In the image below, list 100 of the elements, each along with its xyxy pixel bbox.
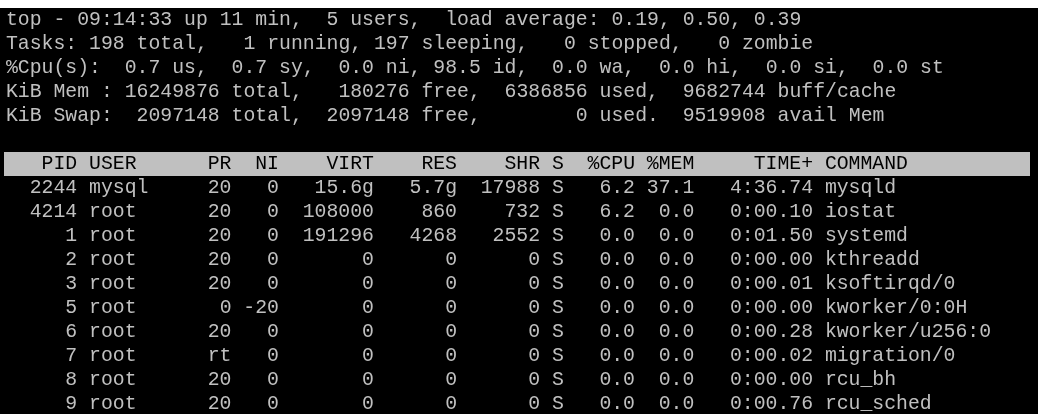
table-cell: 20 xyxy=(207,273,232,295)
table-cell: 0 xyxy=(528,297,541,319)
table-cell: S xyxy=(551,225,564,247)
table-cell: 20 xyxy=(207,369,232,391)
table-cell: 732 xyxy=(504,201,541,223)
table-cell: S xyxy=(551,177,564,199)
table-cell: 0.0 xyxy=(599,249,635,271)
table-cell: 0 xyxy=(445,273,457,295)
table-cell: 20 xyxy=(207,249,232,271)
table-cell: 3 xyxy=(65,273,78,295)
table-cell: 0 xyxy=(267,177,279,199)
table-cell: S xyxy=(551,345,564,367)
table-cell: 0:01.50 xyxy=(729,225,813,247)
table-cell: 8 xyxy=(65,369,78,391)
table-cell: 0.0 xyxy=(658,249,695,271)
column-header: VIRT xyxy=(326,153,374,175)
table-cell: rt xyxy=(207,345,232,367)
table-cell: kworker/0:0H xyxy=(824,297,968,319)
table-cell: 0 xyxy=(362,297,374,319)
table-cell: 6 xyxy=(65,321,78,343)
table-cell: 7 xyxy=(65,345,78,367)
table-cell: 0 xyxy=(528,249,541,271)
table-cell: 0 xyxy=(528,393,541,414)
table-cell: 0 xyxy=(267,393,279,414)
table-cell: 0.0 xyxy=(658,393,695,414)
table-cell: 6.2 xyxy=(599,177,635,199)
table-cell: 6.2 xyxy=(599,201,635,223)
table-cell: S xyxy=(551,297,564,319)
table-cell: root xyxy=(89,201,137,223)
column-header: %MEM xyxy=(646,153,695,175)
table-cell: root xyxy=(89,225,137,247)
table-cell: 0 xyxy=(445,249,457,271)
table-cell: 0 xyxy=(445,393,457,414)
table-cell: 20 xyxy=(207,225,232,247)
table-cell: S xyxy=(551,249,564,271)
table-cell: 20 xyxy=(207,393,232,414)
table-cell: S xyxy=(551,273,564,295)
table-cell: 20 xyxy=(207,321,232,343)
table-cell: 0:00.00 xyxy=(729,297,813,319)
table-cell: 0 xyxy=(528,345,541,367)
table-cell: 0.0 xyxy=(599,393,635,414)
table-cell: 0 xyxy=(267,249,279,271)
table-cell: 37.1 xyxy=(646,177,695,199)
column-header: COMMAND xyxy=(824,153,908,175)
table-cell: root xyxy=(89,273,137,295)
table-cell: S xyxy=(551,393,564,414)
table-cell: iostat xyxy=(824,201,897,223)
table-cell: 0 xyxy=(362,393,374,414)
table-cell: ksoftirqd/0 xyxy=(824,273,956,295)
table-cell: mysql xyxy=(89,177,149,199)
table-cell: 0.0 xyxy=(658,345,695,367)
table-cell: root xyxy=(89,249,137,271)
summary-line: Tasks: 198 total, 1 running, 197 sleeping, 0 stopped, 0 zombie xyxy=(6,33,814,55)
table-cell: 0:00.10 xyxy=(729,201,813,223)
summary-line: %Cpu(s): 0.7 us, 0.7 sy, 0.0 ni, 98.5 id, 0.0 wa, 0.0 hi, 0.0 si, 0.0 st xyxy=(6,57,944,79)
table-cell: 4:36.74 xyxy=(729,177,813,199)
table-cell: 0 xyxy=(267,369,279,391)
table-cell: 2244 xyxy=(29,177,78,199)
table-cell: 0.0 xyxy=(658,201,695,223)
table-cell: 0 xyxy=(267,225,279,247)
table-cell: 0 xyxy=(267,321,279,343)
table-cell: 108000 xyxy=(302,201,374,223)
column-header: S xyxy=(551,153,564,175)
column-header: PR xyxy=(207,153,232,175)
table-cell: 0.0 xyxy=(658,369,695,391)
table-cell: 0 xyxy=(362,273,374,295)
table-cell: 191296 xyxy=(302,225,374,247)
table-cell: root xyxy=(89,297,137,319)
table-cell: 0:00.00 xyxy=(729,249,813,271)
table-cell: 0.0 xyxy=(658,297,695,319)
table-cell: 0.0 xyxy=(658,225,695,247)
table-cell: 5 xyxy=(65,297,78,319)
table-cell: S xyxy=(551,321,564,343)
table-cell: 0 xyxy=(362,345,374,367)
table-cell: 0:00.00 xyxy=(729,369,813,391)
table-cell: 0 xyxy=(267,201,279,223)
table-cell: 1 xyxy=(65,225,78,247)
table-cell: root xyxy=(89,321,137,343)
summary-line: top - 09:14:33 up 11 min, 5 users, load average: 0.19, 0.50, 0.39 xyxy=(6,9,802,31)
table-cell: 0 xyxy=(267,273,279,295)
table-cell: 0 xyxy=(362,321,374,343)
table-cell: 4214 xyxy=(29,201,78,223)
table-cell: 0:00.02 xyxy=(729,345,813,367)
table-cell: 2552 xyxy=(492,225,541,247)
table-cell: 0 xyxy=(362,249,374,271)
table-cell: 4268 xyxy=(409,225,457,247)
table-cell: 0 xyxy=(445,321,457,343)
table-cell: root xyxy=(89,345,137,367)
table-cell: 0 xyxy=(528,321,541,343)
table-cell: root xyxy=(89,369,137,391)
summary-line: KiB Mem : 16249876 total, 180276 free, 6386856 used, 9682744 buff/cache xyxy=(6,81,897,103)
table-cell: kthreadd xyxy=(824,249,920,271)
table-cell: kworker/u256:0 xyxy=(824,321,992,343)
table-cell: 9 xyxy=(65,393,78,414)
table-cell: 2 xyxy=(65,249,78,271)
table-cell: -20 xyxy=(243,297,279,319)
table-cell: 0.0 xyxy=(599,273,635,295)
table-cell: rcu_bh xyxy=(824,369,897,391)
table-cell: 5.7g xyxy=(409,177,457,199)
table-cell: 0.0 xyxy=(599,225,635,247)
